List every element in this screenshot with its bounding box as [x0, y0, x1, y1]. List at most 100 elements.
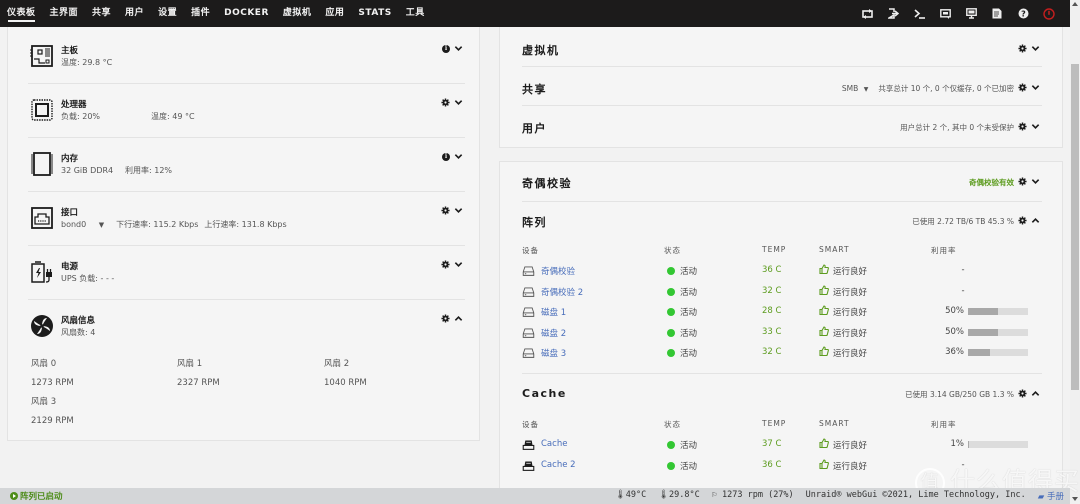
gear-icon[interactable] — [1018, 83, 1027, 92]
gear-icon[interactable] — [1018, 177, 1027, 186]
chevron-down-icon[interactable] — [454, 152, 463, 161]
gear-icon[interactable] — [441, 206, 450, 215]
chevron-down-icon[interactable] — [454, 206, 463, 215]
utilization-bar[interactable] — [968, 328, 1028, 336]
top-nav-bar: 仪表板 主界面 共享 用户 设置 插件 DOCKER 虚拟机 应用 STATS … — [0, 0, 1070, 27]
disk-name-link[interactable]: 奇偶校验 2 — [541, 286, 583, 298]
scroll-thumb[interactable] — [1071, 64, 1079, 390]
interface-select[interactable]: bond0 ▼ — [61, 220, 110, 229]
disk-name-link[interactable]: Cache — [541, 439, 567, 449]
motherboard-temp: 温度: 29.8 °C — [61, 57, 118, 68]
utilization-bar[interactable] — [968, 308, 1028, 315]
gear-icon[interactable] — [1018, 216, 1027, 225]
info-display-icon[interactable] — [958, 0, 984, 27]
scroll-up-arrow[interactable] — [1072, 2, 1078, 6]
dropdown-caret-icon[interactable]: ▼ — [99, 221, 104, 229]
nav-vms[interactable]: 虚拟机 — [283, 0, 312, 27]
disk-name-link[interactable]: Cache 2 — [541, 460, 576, 470]
system-panel: 主板 温度: 29.8 °C i 处理器 负载: 20% 温度: 49 °C 内存… — [7, 27, 480, 441]
page-scrollbar[interactable] — [1070, 0, 1080, 504]
gear-icon[interactable] — [441, 260, 450, 269]
help-icon[interactable]: ? — [1010, 0, 1036, 27]
chevron-up-icon[interactable] — [1031, 216, 1040, 225]
chevron-up-icon[interactable] — [1031, 389, 1040, 398]
disk-name-link[interactable]: 奇偶校验 — [541, 265, 575, 277]
cpu-load: 负载: 20% — [61, 112, 101, 121]
logout-icon[interactable] — [880, 0, 906, 27]
fan-name: 风扇 0 — [31, 359, 57, 369]
gear-icon[interactable] — [1018, 122, 1027, 131]
nav-apps[interactable]: 应用 — [325, 0, 344, 27]
refresh-icon[interactable] — [854, 0, 880, 27]
fans-row: 风扇信息 风扇数: 4 — [28, 314, 465, 354]
nav-stats[interactable]: STATS — [358, 0, 391, 27]
cache-title: Cache — [522, 387, 567, 400]
chevron-down-icon[interactable] — [454, 260, 463, 269]
power-icon[interactable] — [1036, 0, 1062, 27]
utilization-bar[interactable] — [968, 441, 1028, 448]
status-dot-icon — [667, 349, 675, 357]
disk-name-link[interactable]: 磁盘 3 — [541, 347, 566, 359]
ssd-icon — [522, 460, 535, 471]
chevron-down-icon[interactable] — [454, 44, 463, 53]
info-icon[interactable]: i — [442, 152, 450, 161]
disk-status: 活动 — [680, 287, 698, 298]
nav-main[interactable]: 主界面 — [50, 0, 79, 27]
gear-icon[interactable] — [441, 98, 450, 107]
dropdown-caret-icon[interactable]: ▼ — [864, 86, 869, 93]
disk-status: 活动 — [680, 267, 698, 277]
protocol-select[interactable]: SMB ▼ — [842, 84, 878, 93]
array-status-text: 阵列已启动 — [20, 492, 63, 502]
terminal-icon[interactable] — [906, 0, 932, 27]
fan-readout: ⚐ 1273 rpm (27%) — [712, 490, 794, 502]
status-dot-icon — [667, 328, 675, 337]
chevron-down-icon[interactable] — [454, 98, 463, 107]
nav-shares[interactable]: 共享 — [92, 0, 111, 27]
power-controls — [441, 260, 463, 269]
gear-icon[interactable] — [1018, 389, 1027, 398]
disk-name-link[interactable]: 磁盘 1 — [541, 306, 566, 318]
utilization-bar-fill — [968, 349, 990, 356]
disk-smart[interactable]: 运行良好 — [833, 347, 867, 359]
parity-row: 奇偶校验 奇偶校验有效 — [522, 162, 1042, 202]
nav-settings[interactable]: 设置 — [158, 0, 177, 27]
disk-smart[interactable]: 运行良好 — [833, 460, 867, 472]
log-icon[interactable] — [984, 0, 1010, 27]
fan-count-value: 风扇数: 4 — [61, 328, 96, 337]
chevron-down-icon[interactable] — [1031, 83, 1040, 92]
chevron-down-icon[interactable] — [1031, 177, 1040, 186]
disk-smart[interactable]: 运行良好 — [833, 439, 867, 451]
fan-item: 风扇 2 1040 RPM — [324, 357, 367, 388]
power-title: 电源 — [61, 262, 79, 272]
chevron-down-icon[interactable] — [1031, 122, 1040, 131]
chevron-down-icon[interactable] — [1031, 44, 1040, 53]
array-title: 阵列 — [522, 216, 547, 229]
nav-dashboard[interactable]: 仪表板 — [7, 0, 36, 27]
feedback-icon[interactable] — [932, 0, 958, 27]
fans-controls — [441, 314, 463, 323]
nav-users[interactable]: 用户 — [125, 0, 144, 27]
nav-docker[interactable]: DOCKER — [224, 0, 269, 27]
gear-icon[interactable] — [1018, 44, 1027, 53]
manual-link[interactable]: ▰ 手册 — [1038, 490, 1064, 502]
disk-utilization: 36% — [945, 347, 964, 357]
parity-controls — [1018, 177, 1040, 186]
motherboard-temp-value: 温度: 29.8 °C — [61, 58, 113, 67]
chevron-up-icon[interactable] — [454, 314, 463, 323]
disk-smart[interactable]: 运行良好 — [833, 327, 867, 339]
disk-status: 活动 — [680, 308, 698, 318]
nav-plugins[interactable]: 插件 — [191, 0, 210, 27]
status-footer: 阵列已启动 🌡︎49°C 🌡︎29.8°C ⚐ 1273 rpm (27%) U… — [0, 488, 1070, 504]
disk-name-link[interactable]: 磁盘 2 — [541, 327, 566, 339]
utilization-bar[interactable] — [968, 349, 1028, 356]
col-util: 利用率 — [931, 420, 957, 429]
vm-title: 虚拟机 — [522, 44, 560, 57]
disk-smart[interactable]: 运行良好 — [833, 265, 867, 277]
info-icon[interactable]: i — [442, 44, 450, 53]
array-status: 阵列已启动 — [10, 490, 63, 502]
disk-smart[interactable]: 运行良好 — [833, 306, 867, 318]
disk-smart[interactable]: 运行良好 — [833, 286, 867, 298]
nav-tools[interactable]: 工具 — [406, 0, 425, 27]
gear-icon[interactable] — [441, 314, 450, 323]
disk-utilization: 50% — [945, 326, 964, 337]
